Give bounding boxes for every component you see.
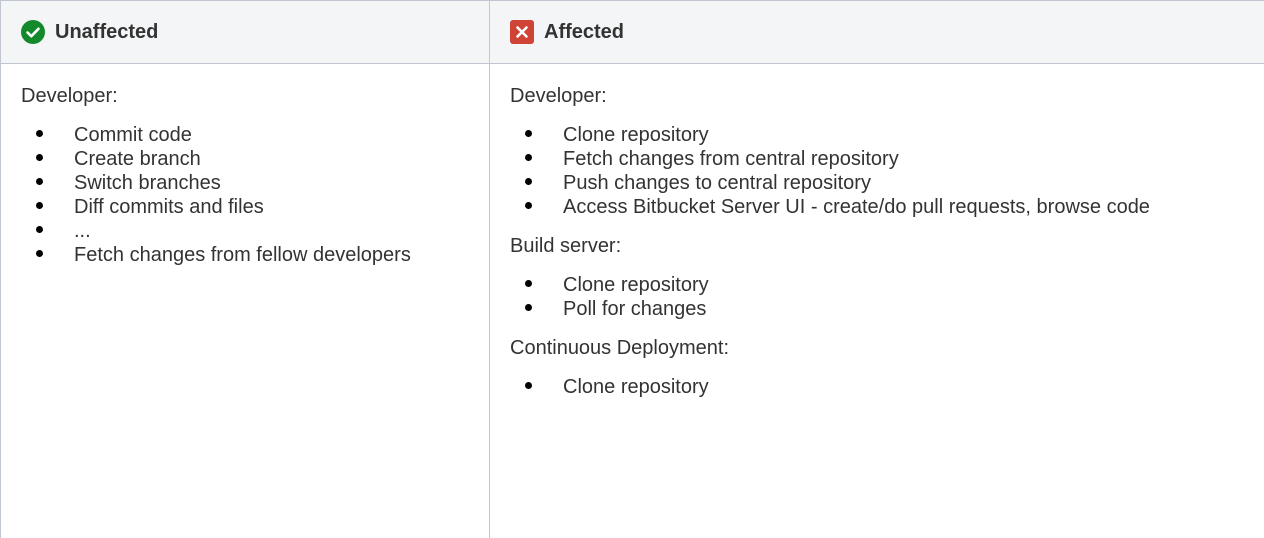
unaffected-header-label: Unaffected [55,20,159,43]
list-item: Push changes to central repository [525,171,1264,195]
affected-build-server-label: Build server: [510,235,622,257]
affected-header-cell: Affected [489,0,1264,64]
check-circle-icon [21,20,45,44]
affected-build-server-list: Clone repository Poll for changes [510,273,1264,321]
list-item: ... [36,219,489,243]
list-item: Commit code [36,123,489,147]
affected-developer-list: Clone repository Fetch changes from cent… [510,123,1264,219]
list-item: Clone repository [525,273,1264,297]
affected-continuous-deployment-label: Continuous Deployment: [510,337,730,359]
list-item: Fetch changes from fellow developers [36,243,489,267]
affected-developer-label: Developer: [510,85,607,107]
list-item: Fetch changes from central repository [525,147,1264,171]
affected-header-label: Affected [544,20,625,43]
unaffected-cell: Developer: Commit code Create branch Swi… [0,63,490,538]
impact-table: Unaffected Affected Developer: Commit co… [0,0,1264,538]
list-item: Poll for changes [525,297,1264,321]
cross-box-icon [510,20,534,44]
table-header-row: Unaffected Affected [0,0,1264,64]
unaffected-developer-list: Commit code Create branch Switch branche… [21,123,489,267]
table-body-row: Developer: Commit code Create branch Swi… [0,63,1264,538]
list-item: Clone repository [525,375,1264,399]
affected-continuous-deployment-list: Clone repository [510,375,1264,399]
list-item: Access Bitbucket Server UI - create/do p… [525,195,1264,219]
list-item: Switch branches [36,171,489,195]
list-item: Clone repository [525,123,1264,147]
unaffected-developer-label: Developer: [21,85,118,107]
list-item: Diff commits and files [36,195,489,219]
affected-cell: Developer: Clone repository Fetch change… [489,63,1264,538]
list-item: Create branch [36,147,489,171]
unaffected-header-cell: Unaffected [0,0,490,64]
